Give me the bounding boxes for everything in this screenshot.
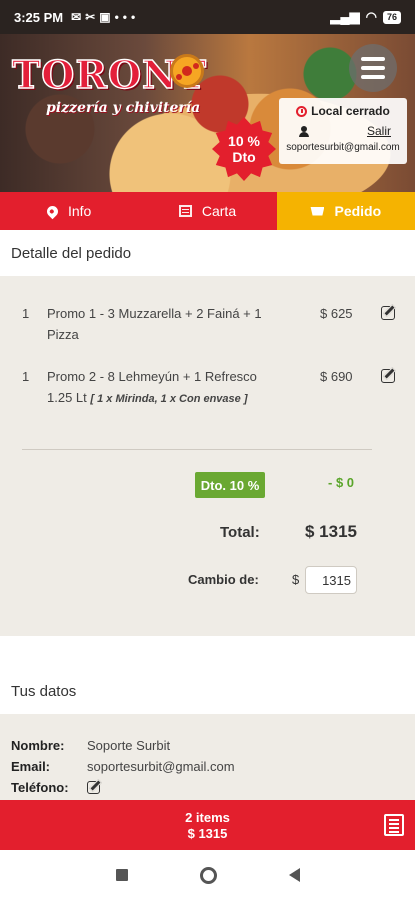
store-status-box: Local cerrado Salir soportesurbit@gmail.… — [279, 98, 407, 164]
tab-bar: Info Carta Pedido — [0, 192, 415, 230]
user-email: soportesurbit@gmail.com — [286, 142, 400, 153]
name-value: Soporte Surbit — [87, 738, 171, 753]
store-status: Local cerrado — [285, 104, 401, 118]
status-bar: 3:25 PM ✉✂▣••• ▂▄▆ ◠ 76 — [0, 0, 415, 34]
cart-summary-bar[interactable]: 2 items $ 1315 — [0, 800, 415, 850]
tab-pedido[interactable]: Pedido — [276, 192, 415, 230]
item-qty: 1 — [22, 369, 30, 384]
email-value: soportesurbit@gmail.com — [87, 759, 235, 774]
store-status-text: Local cerrado — [311, 104, 390, 118]
tab-label: Pedido — [334, 203, 382, 219]
header-banner: TORONT pizzería y chivitería 10 % Dto Lo… — [0, 34, 415, 192]
item-qty: 1 — [22, 306, 30, 321]
total-value: $ 1315 — [305, 522, 357, 541]
change-currency: $ — [292, 572, 300, 587]
name-label: Nombre: — [11, 738, 65, 753]
battery-icon: 76 — [382, 10, 401, 24]
menu-card-icon — [178, 205, 192, 217]
signal-icon: ▂▄▆ — [330, 9, 360, 24]
status-time: 3:25 PM — [14, 9, 64, 25]
phone-row: Teléfono: — [11, 780, 100, 795]
discount-badge-text: Dto — [232, 149, 256, 165]
discount-tag: Dto. 10 % — [195, 472, 265, 498]
order-detail-panel: 1 Promo 1 - 3 Muzzarella + 2 Fainá + 1 P… — [0, 276, 415, 636]
order-item: 1 Promo 1 - 3 Muzzarella + 2 Fainá + 1 P… — [0, 303, 415, 347]
discount-badge: 10 % Dto — [212, 117, 276, 181]
cart-items-count: 2 items — [185, 810, 230, 825]
change-amount-input[interactable] — [305, 566, 357, 594]
discount-amount: - $ 0 — [328, 475, 355, 490]
discount-badge-percent: 10 % — [228, 133, 260, 149]
user-row: Salir — [285, 124, 401, 138]
cart-total: $ 1315 — [187, 826, 228, 841]
hamburger-menu-button[interactable] — [349, 44, 397, 92]
tab-info[interactable]: Info — [0, 192, 139, 230]
email-row: Email: soportesurbit@gmail.com — [11, 759, 235, 774]
item-price: $ 690 — [320, 369, 353, 384]
order-section-title: Detalle del pedido — [0, 230, 415, 276]
status-right: ▂▄▆ ◠ 76 — [330, 9, 401, 25]
cart-icon — [310, 206, 325, 216]
edit-icon[interactable] — [381, 369, 395, 383]
item-detail: [ 1 x Mirinda, 1 x Con envase ] — [90, 393, 248, 405]
tab-label: Carta — [201, 203, 237, 219]
back-icon[interactable] — [288, 868, 300, 882]
tab-carta[interactable]: Carta — [138, 192, 277, 230]
item-description-wrap: Promo 2 - 8 Lehmeyún + 1 Refresco 1.25 L… — [47, 366, 272, 410]
order-item: 1 Promo 2 - 8 Lehmeyún + 1 Refresco 1.25… — [0, 366, 415, 432]
phone-label: Teléfono: — [11, 780, 69, 795]
order-list-icon[interactable] — [384, 814, 404, 836]
user-data-section-title: Tus datos — [0, 668, 415, 714]
email-label: Email: — [11, 759, 51, 774]
total-label: Total: — [220, 524, 260, 541]
logo-subtitle: pizzería y chivitería — [46, 100, 201, 116]
tab-label: Info — [67, 203, 92, 219]
menu-bar — [361, 66, 385, 70]
user-data-panel: Nombre: Soporte Surbit Email: soportesur… — [0, 714, 415, 802]
change-label: Cambio de: — [188, 572, 259, 587]
pizza-icon — [170, 54, 204, 88]
item-description: Promo 1 - 3 Muzzarella + 2 Fainá + 1 Piz… — [47, 306, 262, 342]
menu-bar — [361, 57, 385, 61]
recents-icon[interactable] — [115, 869, 128, 881]
edit-icon[interactable] — [381, 306, 395, 320]
name-row: Nombre: Soporte Surbit — [11, 738, 170, 753]
wifi-icon: ◠ — [365, 9, 377, 24]
menu-bar — [361, 75, 385, 79]
home-icon[interactable] — [199, 866, 217, 884]
clock-icon — [296, 105, 308, 117]
user-icon — [299, 125, 309, 137]
divider — [22, 449, 372, 450]
logout-link[interactable]: Salir — [367, 124, 391, 138]
system-nav-bar — [0, 850, 415, 900]
edit-icon[interactable] — [87, 781, 100, 794]
item-price: $ 625 — [320, 306, 353, 321]
map-pin-icon — [44, 203, 61, 219]
notification-icons: ✉✂▣••• — [71, 10, 140, 24]
